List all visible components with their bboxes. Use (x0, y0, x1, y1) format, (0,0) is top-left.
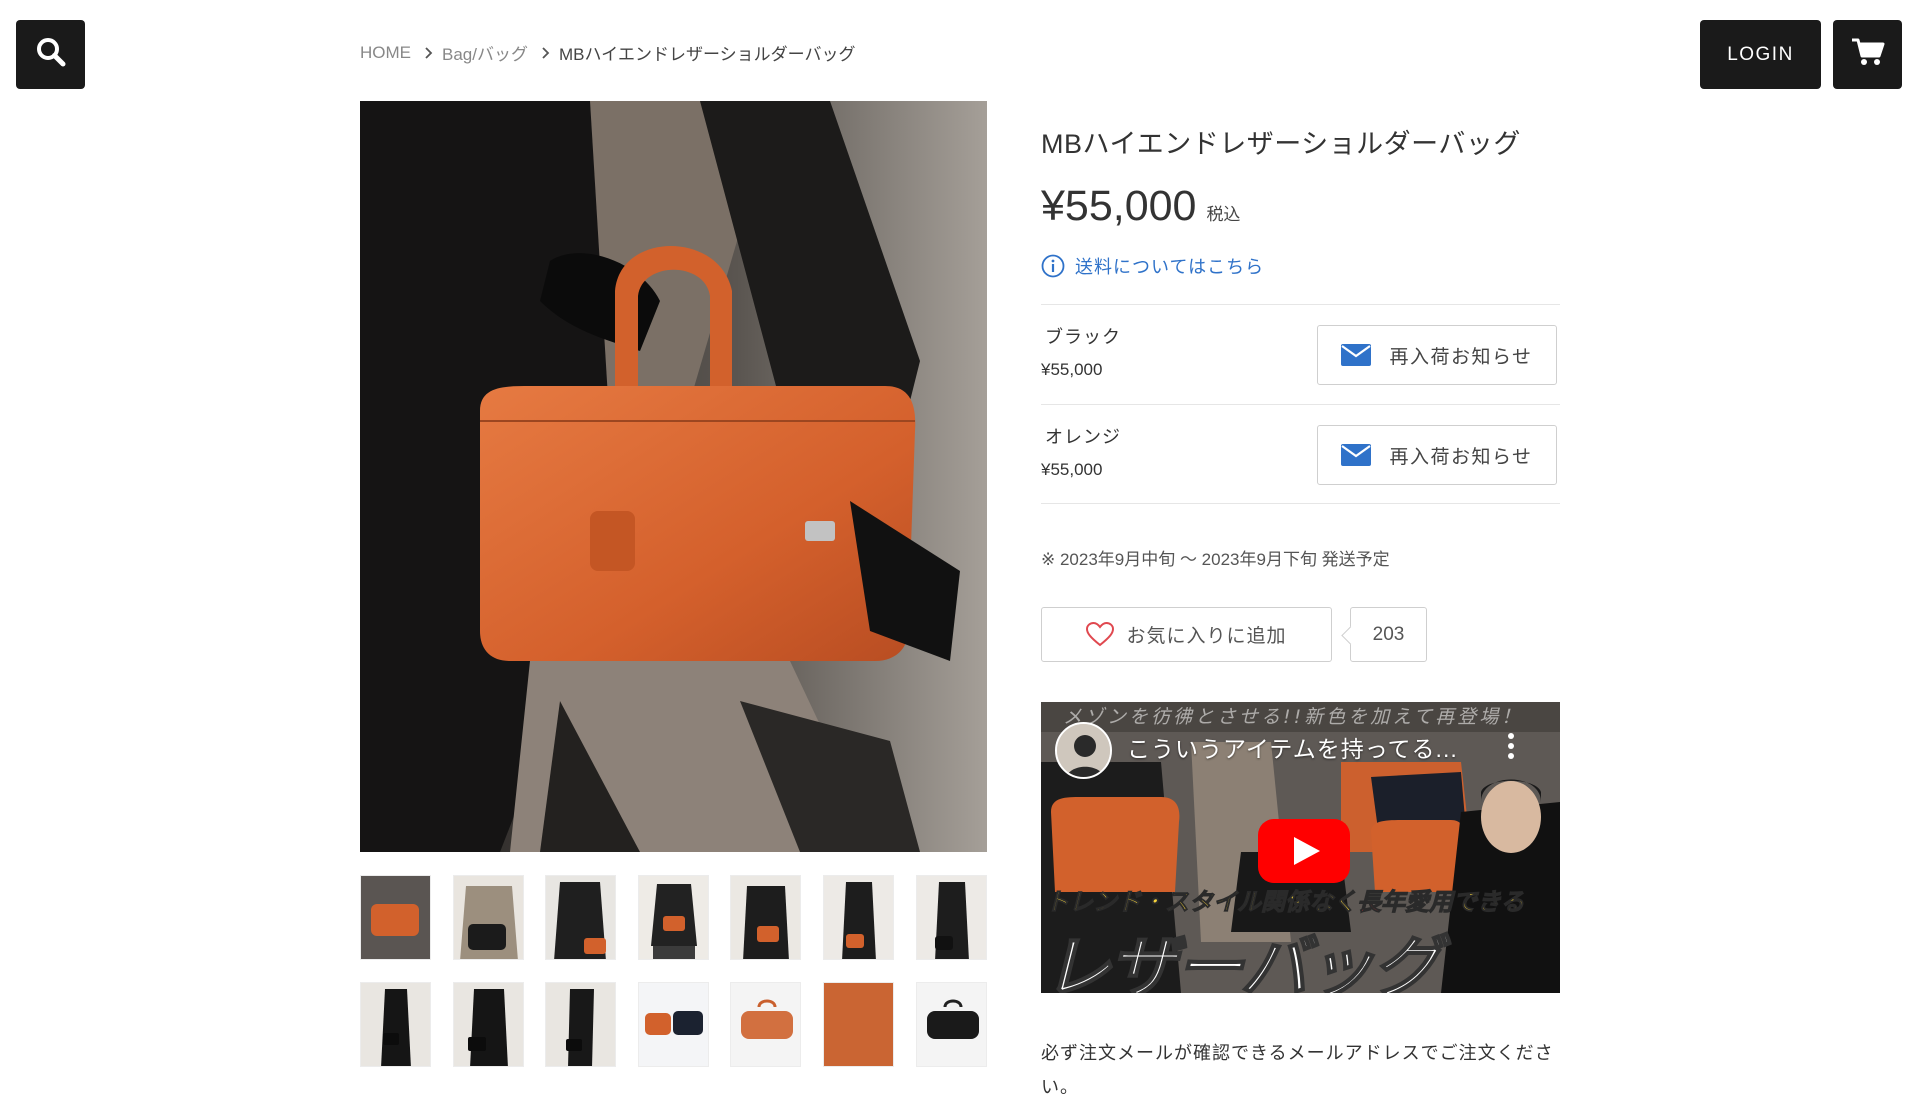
youtube-play-icon[interactable] (1258, 819, 1350, 888)
thumbnail[interactable] (822, 982, 894, 1067)
restock-notify-button[interactable]: 再入荷お知らせ (1317, 425, 1557, 485)
thumbnail[interactable] (545, 875, 617, 960)
mail-icon (1341, 444, 1372, 466)
favorites-label: お気に入りに追加 (1126, 626, 1287, 647)
thumbnail[interactable] (545, 982, 617, 1067)
heart-icon (1086, 622, 1115, 647)
search-icon (35, 36, 67, 73)
price-row: ¥55,000 税込 (1041, 182, 1240, 231)
shipping-schedule-note: ※ 2023年9月中旬 〜 2023年9月下旬 発送予定 (1041, 550, 1390, 569)
variant-row-orange: オレンジ ¥55,000 再入荷お知らせ (1041, 404, 1560, 504)
product-price: ¥55,000 (1041, 182, 1197, 230)
cart-button[interactable] (1833, 20, 1902, 89)
add-to-favorites-button[interactable]: お気に入りに追加 (1041, 607, 1332, 662)
order-email-notice: 必ず注文メールが確認できるメールアドレスでご注文ください。 (1041, 1043, 1554, 1097)
thumbnail[interactable] (730, 982, 802, 1067)
chevron-right-icon (542, 46, 550, 59)
thumbnail[interactable] (915, 875, 987, 960)
breadcrumb-home[interactable]: HOME (360, 43, 411, 63)
restock-label: 再入荷お知らせ (1389, 446, 1533, 468)
product-main-image[interactable] (360, 101, 987, 852)
chevron-right-icon (425, 46, 433, 59)
tax-label: 税込 (1206, 205, 1241, 224)
thumbnail[interactable] (452, 982, 524, 1067)
shipping-info-link[interactable]: 送料についてはこちら (1041, 253, 1264, 279)
variant-name: オレンジ (1045, 427, 1121, 447)
variant-name: ブラック (1045, 327, 1121, 347)
thumbnail[interactable] (822, 875, 894, 960)
thumbnail[interactable] (360, 982, 431, 1067)
shipping-link-text: 送料についてはこちら (1075, 257, 1265, 277)
variant-price: ¥55,000 (1041, 360, 1103, 379)
thumbnail[interactable] (637, 982, 709, 1067)
mail-icon (1341, 344, 1372, 366)
thumbnail[interactable] (730, 875, 802, 960)
channel-avatar[interactable] (1055, 722, 1112, 779)
video-top-caption: メゾンを彷彿とさせる!!新色を加えて再登場！ (1063, 706, 1524, 728)
info-icon (1041, 254, 1065, 278)
breadcrumb-current: MBハイエンドレザーショルダーバッグ (558, 45, 856, 64)
cart-icon (1851, 37, 1885, 72)
product-title: MBハイエンドレザーショルダーバッグ (1041, 129, 1521, 159)
breadcrumb: HOME Bag/バッグ MBハイエンドレザーショルダーバッグ (360, 40, 855, 65)
thumbnail[interactable] (637, 875, 709, 960)
video-overlay-line2: レザーバッグ (1042, 929, 1441, 993)
favorites-count: 203 (1350, 607, 1427, 662)
variant-row-black: ブラック ¥55,000 再入荷お知らせ (1041, 304, 1560, 404)
favorites-count-value: 203 (1372, 623, 1405, 645)
thumbnail-grid (360, 875, 987, 1067)
search-button[interactable] (16, 20, 85, 89)
thumbnail[interactable] (452, 875, 524, 960)
more-vert-icon[interactable] (1503, 730, 1519, 762)
variant-price: ¥55,000 (1041, 460, 1103, 479)
restock-label: 再入荷お知らせ (1389, 346, 1533, 368)
thumbnail[interactable] (360, 875, 431, 960)
thumbnail[interactable] (915, 982, 987, 1067)
restock-notify-button[interactable]: 再入荷お知らせ (1317, 325, 1557, 385)
breadcrumb-category[interactable]: Bag/バッグ (442, 40, 528, 65)
login-button[interactable]: LOGIN (1700, 20, 1821, 89)
video-title[interactable]: こういうアイテムを持ってる... (1127, 730, 1458, 764)
youtube-video-embed[interactable]: メゾンを彷彿とさせる!!新色を加えて再登場！ こういうアイテムを持ってる... … (1041, 702, 1560, 993)
